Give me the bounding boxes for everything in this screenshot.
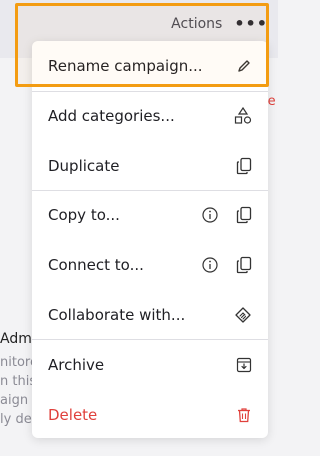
copy-icon (236, 206, 252, 224)
menu-item-copy-to[interactable]: Copy to... (32, 190, 268, 240)
menu-item-label: Connect to... (48, 256, 144, 274)
actions-area: Actions ••• (171, 14, 268, 33)
background-admin-text: Admi (0, 331, 36, 347)
menu-item-label: Add categories... (48, 107, 175, 125)
menu-item-delete[interactable]: Delete (32, 390, 268, 440)
menu-item-rename-campaign[interactable]: Rename campaign... (32, 41, 268, 91)
shapes-icon (234, 107, 252, 125)
menu-item-label: Duplicate (48, 157, 120, 175)
menu-item-archive[interactable]: Archive (32, 340, 268, 390)
menu-item-label: Collaborate with... (48, 306, 186, 324)
handshake-icon (234, 306, 252, 324)
menu-item-collaborate-with[interactable]: Collaborate with... (32, 290, 268, 340)
menu-item-label: Copy to... (48, 206, 120, 224)
info-icon[interactable] (202, 257, 218, 273)
copy-icon (236, 157, 252, 175)
info-icon[interactable] (202, 207, 218, 223)
more-options-icon[interactable]: ••• (234, 14, 268, 33)
menu-item-label: Delete (48, 406, 98, 424)
trash-icon (236, 407, 252, 423)
archive-icon (236, 357, 252, 373)
menu-item-label: Rename campaign... (48, 57, 203, 75)
background-line-2: n this (0, 374, 37, 389)
campaign-actions-menu: Rename campaign... Add categories... Dup… (32, 41, 268, 438)
copy-icon (236, 256, 252, 274)
menu-item-duplicate[interactable]: Duplicate (32, 141, 268, 191)
menu-item-add-categories[interactable]: Add categories... (32, 91, 268, 141)
menu-item-connect-to[interactable]: Connect to... (32, 240, 268, 290)
actions-label[interactable]: Actions (171, 16, 222, 32)
menu-item-label: Archive (48, 356, 105, 374)
pencil-icon (236, 58, 252, 74)
